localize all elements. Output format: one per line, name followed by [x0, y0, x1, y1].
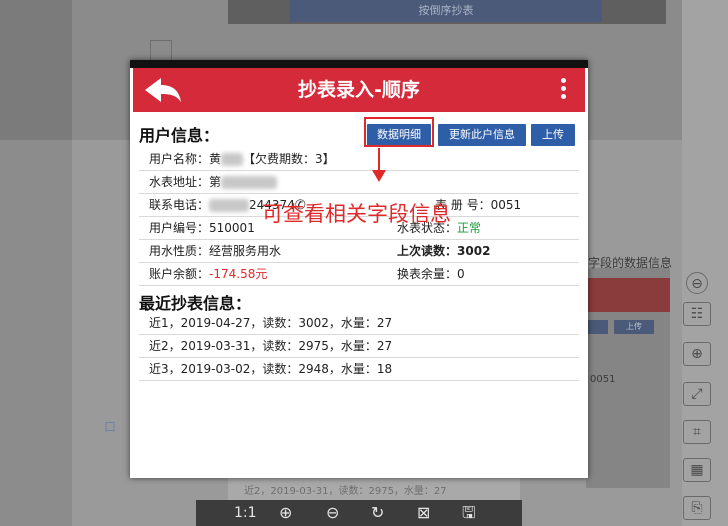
background-phone-header: [586, 278, 670, 312]
arrears-count: 【欠费期数：3】: [243, 152, 335, 166]
user-name-label: 用户名称：: [149, 152, 210, 166]
recent-reading-row: 近1，2019-04-27，读数：3002，水量：27: [139, 312, 579, 335]
meter-address-field: 水表地址：第: [149, 171, 278, 193]
balance-label: 账户余额：: [149, 267, 210, 281]
rotate-button[interactable]: ↻: [371, 504, 384, 522]
update-user-info-button[interactable]: 更新此户信息: [438, 124, 526, 146]
meter-address-row: 水表地址：第: [139, 171, 579, 194]
fit-screen-icon[interactable]: ⤢: [683, 382, 711, 406]
grid-icon[interactable]: ▦: [683, 458, 711, 482]
last-reading-field: 上次读数：3002: [397, 240, 490, 262]
annotation-text: 可查看相关字段信息: [262, 202, 451, 226]
recent-reading-row: 近2，2019-03-31，读数：2975，水量：27: [139, 335, 579, 358]
user-name-value: 黄: [209, 152, 222, 166]
more-menu-icon[interactable]: [561, 78, 567, 102]
meter-status-value: 正常: [457, 221, 482, 235]
masked-address: [221, 176, 278, 189]
background-checkbox: [150, 40, 172, 62]
app-header: 抄表录入-顺序: [133, 68, 585, 112]
background-reverse-button: 按倒序抄表: [290, 0, 602, 22]
phone-label: 联系电话：: [149, 198, 210, 212]
user-number-field: 用户编号：510001: [149, 217, 255, 239]
actual-size-button[interactable]: 1:1: [234, 504, 257, 522]
balance-value: -174.58元: [209, 267, 268, 281]
crop-icon[interactable]: ⌗: [683, 420, 711, 444]
usage-type-value: 经营服务用水: [209, 244, 282, 258]
meter-address-label: 水表地址：: [149, 175, 210, 189]
recent-reading-text: 近3，2019-03-02，读数：2948，水量：18: [149, 362, 393, 376]
balance-row: 账户余额：-174.58元 换表余量：0: [139, 263, 579, 286]
zoom-in-button[interactable]: ⊕: [279, 504, 292, 522]
recent-reading-text: 近1，2019-04-27，读数：3002，水量：27: [149, 316, 393, 330]
annotation-arrow-line: [378, 148, 380, 172]
copy-icon[interactable]: ⎘: [683, 496, 711, 520]
book-number-value: 0051: [490, 198, 522, 212]
background-side-code: 0051: [590, 374, 616, 385]
usage-type-label: 用水性质：: [149, 244, 210, 258]
background-mini-upload: 上传: [614, 320, 654, 334]
user-name-row: 用户名称：黄 【欠费期数：3】: [139, 148, 579, 171]
app-title: 抄表录入-顺序: [298, 79, 420, 101]
recent-readings-heading: 最近抄表信息：: [139, 294, 252, 313]
user-info-heading: 用户信息：: [139, 126, 220, 145]
close-preview-button[interactable]: ⊠: [417, 504, 430, 522]
last-reading-label: 上次读数：: [397, 244, 458, 258]
usage-type-field: 用水性质：经营服务用水: [149, 240, 281, 262]
meter-remain-label: 换表余量：: [397, 267, 458, 281]
status-bar: [130, 60, 588, 68]
background-left-mark: 口: [104, 420, 117, 434]
recent-reading-row: 近3，2019-03-02，读数：2948，水量：18: [139, 358, 579, 381]
user-number-label: 用户编号：: [149, 221, 210, 235]
save-image-button[interactable]: 🖫: [462, 504, 476, 522]
last-reading-value: 3002: [457, 244, 491, 258]
zoom-in-icon[interactable]: ⊕: [683, 342, 711, 366]
zoom-out-button[interactable]: ⊖: [326, 504, 339, 522]
zoom-out-icon[interactable]: ⊖: [686, 272, 708, 294]
background-side-text: 字段的数据信息: [588, 256, 673, 270]
usage-type-row: 用水性质：经营服务用水 上次读数：3002: [139, 240, 579, 263]
background-bottom-row: 近2，2019-03-31，读数：2975，水量：27: [244, 486, 447, 497]
background-mini-button: [586, 320, 608, 334]
user-number-value: 510001: [209, 221, 255, 235]
meter-remain-value: 0: [457, 267, 465, 281]
balance-field: 账户余额：-174.58元: [149, 263, 267, 285]
upload-button[interactable]: 上传: [531, 124, 575, 146]
annotation-highlight-box: [364, 117, 434, 147]
user-name-field: 用户名称：黄 【欠费期数：3】: [149, 148, 335, 170]
meter-address-value: 第: [209, 175, 222, 189]
recent-reading-text: 近2，2019-03-31，读数：2975，水量：27: [149, 339, 393, 353]
background-right-toolbar: [682, 0, 728, 526]
annotation-arrow-icon: [372, 170, 386, 182]
masked-phone: [209, 199, 250, 212]
masked-name: [221, 153, 244, 166]
record-entry-panel: 用户信息： 数据明细 更新此户信息 上传 用户名称：黄 【欠费期数：3】 水表地址…: [133, 112, 585, 476]
list-view-icon[interactable]: ☷: [683, 302, 711, 326]
meter-remain-field: 换表余量：0: [397, 263, 465, 285]
